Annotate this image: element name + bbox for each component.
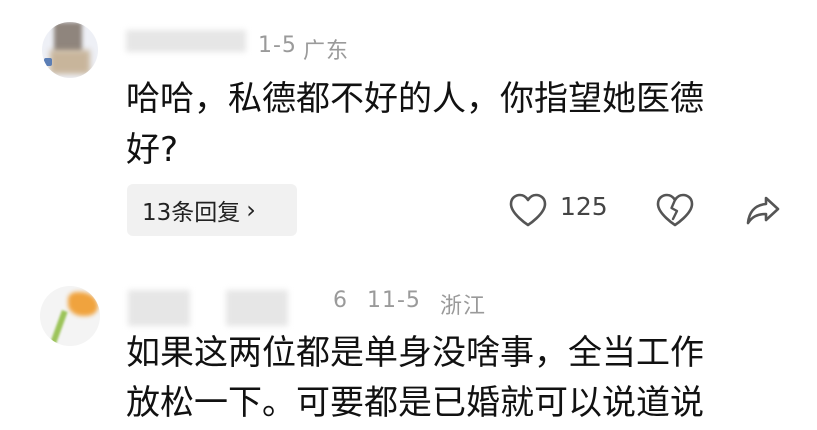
comment-date: 1-5 — [258, 33, 297, 58]
chevron-right-icon: › — [246, 196, 256, 224]
share-icon[interactable] — [745, 193, 781, 227]
comment-location: 浙江 — [440, 294, 487, 319]
comment-item: 6 11-5 浙江 如果这两位都是单身没啥事，全当工作 放松一下。可要都是已婚就… — [0, 272, 817, 430]
username-redacted[interactable] — [126, 30, 246, 52]
comment-text-line: 放松一下。可要都是已婚就可以说道说 — [126, 383, 704, 423]
comment-text-line: 哈哈，私德都不好的人，你指望她医德 — [126, 79, 704, 119]
avatar[interactable] — [42, 22, 98, 78]
heart-icon[interactable] — [508, 192, 548, 228]
like-count: 125 — [560, 192, 608, 221]
username-redacted[interactable] — [128, 290, 190, 326]
username-redacted[interactable] — [226, 290, 288, 326]
comment-date: 11-5 — [367, 288, 421, 313]
avatar[interactable] — [40, 286, 100, 346]
replies-label: 13条回复 — [142, 200, 241, 226]
comment-text-line: 如果这两位都是单身没啥事，全当工作 — [126, 333, 704, 373]
comment-text-line: 好? — [126, 130, 179, 170]
comment-ip-prefix: 6 — [333, 288, 348, 313]
comment-item: 1-5 广东 哈哈，私德都不好的人，你指望她医德 好? 13条回复 › 125 — [0, 0, 817, 255]
view-replies-button[interactable]: 13条回复 › — [127, 184, 297, 236]
comment-location: 广东 — [303, 39, 350, 64]
broken-heart-icon[interactable] — [655, 191, 695, 229]
